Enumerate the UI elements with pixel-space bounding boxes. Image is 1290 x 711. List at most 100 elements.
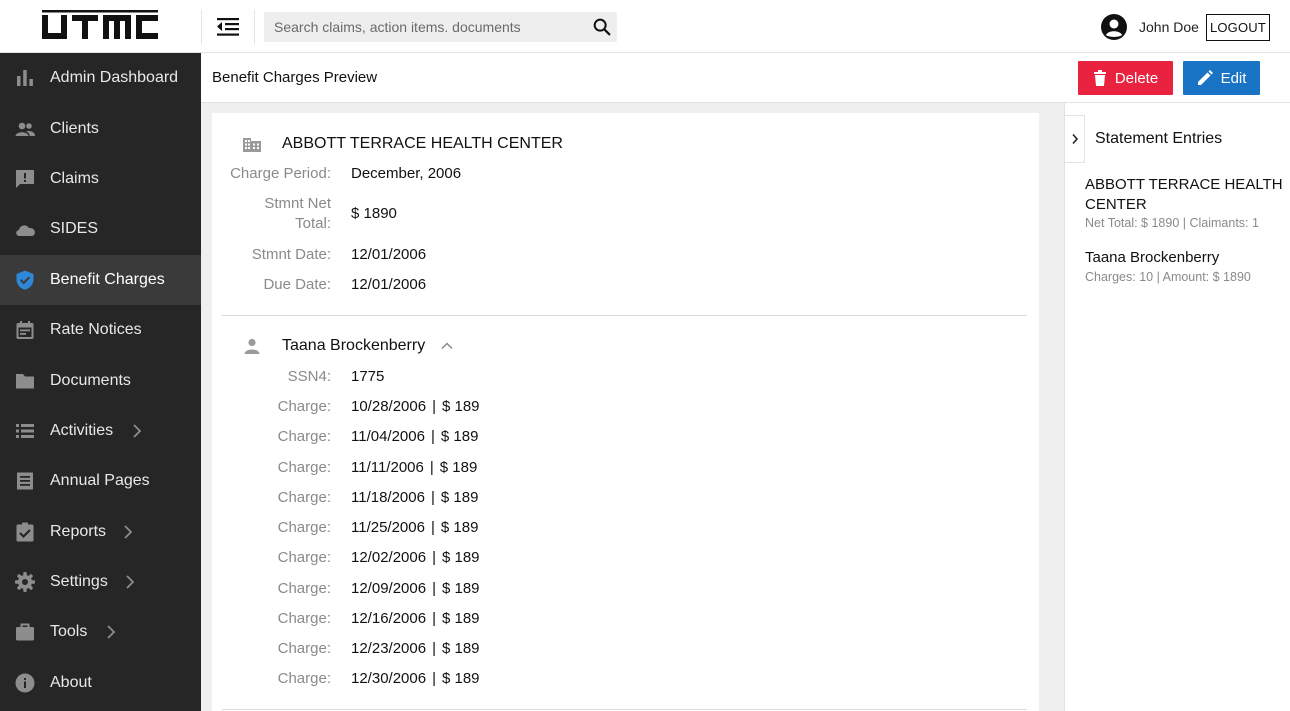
list-icon	[16, 423, 34, 438]
utmc-logo[interactable]	[42, 10, 160, 44]
entry-employer-title[interactable]: ABBOTT TERRACE HEALTH CENTER	[1085, 175, 1285, 215]
charge-value: 12/30/2006 | $ 189	[351, 669, 480, 689]
charge-amount: $ 189	[440, 428, 479, 446]
charge-value: 12/02/2006 | $ 189	[351, 548, 480, 568]
main-content: ABBOTT TERRACE HEALTH CENTER Charge Peri…	[201, 103, 1064, 711]
folder-icon	[16, 373, 34, 389]
charge-period-label: Charge Period:	[230, 165, 331, 182]
statement-entries-panel: Statement Entries ABBOTT TERRACE HEALTH …	[1064, 103, 1290, 711]
sidebar-item-label: Settings	[50, 573, 108, 591]
chevron-right-icon	[126, 575, 135, 589]
net-total-label: Stmnt Net Total:	[264, 195, 331, 232]
sidebar-item-admin-dashboard[interactable]: Admin Dashboard	[0, 53, 201, 103]
charge-separator: |	[432, 640, 436, 657]
search-box	[264, 12, 617, 42]
people-icon	[15, 122, 35, 136]
bar-chart-icon	[17, 70, 33, 87]
delete-button-label: Delete	[1114, 69, 1159, 87]
search-input[interactable]	[264, 12, 584, 42]
statement-card: ABBOTT TERRACE HEALTH CENTER Charge Peri…	[212, 113, 1039, 711]
charge-value: 12/09/2006 | $ 189	[351, 579, 480, 599]
statement-date-value: 12/01/2006	[351, 246, 427, 263]
sidebar-item-claims[interactable]: Claims	[0, 154, 201, 204]
chevron-right-icon	[1071, 133, 1078, 145]
sidebar-item-clients[interactable]: Clients	[0, 103, 201, 153]
charge-date: 11/04/2006	[351, 428, 425, 446]
charge-date: 12/02/2006	[351, 549, 427, 567]
charge-label: Charge:	[277, 549, 331, 567]
page-title: Benefit Charges Preview	[212, 69, 378, 86]
sidebar-item-sides[interactable]: SIDES	[0, 204, 201, 254]
chevron-up-icon[interactable]	[440, 339, 454, 353]
sidebar-item-label: Activities	[50, 421, 114, 439]
building-icon	[243, 138, 261, 152]
sidebar-item-label: Annual Pages	[50, 472, 150, 490]
charge-amount: $ 189	[440, 488, 479, 506]
sidebar-item-annual-pages[interactable]: Annual Pages	[0, 456, 201, 506]
sidebar-item-about[interactable]: About	[0, 658, 201, 708]
charge-label: Charge:	[277, 579, 331, 597]
charge-value: 11/11/2006 | $ 189	[351, 458, 477, 478]
charge-separator: |	[432, 579, 436, 597]
charge-label: Charge:	[277, 519, 331, 536]
sidebar-item-rate-notices[interactable]: Rate Notices	[0, 305, 201, 355]
charge-value: 12/16/2006 | $ 189	[351, 609, 480, 629]
entry-claimant-title[interactable]: Taana Brockenberry	[1085, 248, 1285, 268]
logout-button[interactable]: LOGOUT	[1206, 14, 1270, 41]
charge-separator: |	[429, 458, 434, 476]
menu-collapse-button[interactable]	[201, 10, 255, 44]
ssn-label: SSN4:	[287, 368, 331, 385]
panel-toggle-button[interactable]	[1065, 115, 1085, 163]
person-icon	[244, 338, 260, 354]
charge-separator: |	[432, 670, 436, 688]
sidebar-item-benefit-charges[interactable]: Benefit Charges	[0, 254, 201, 305]
sidebar-item-label: Clients	[50, 119, 99, 137]
page-header: Benefit Charges Preview Delete Edit	[201, 53, 1290, 103]
account-circle-icon	[1101, 14, 1127, 40]
charge-separator: |	[432, 398, 436, 415]
charge-label: Charge:	[277, 488, 331, 506]
sidebar-item-reports[interactable]: Reports	[0, 507, 201, 557]
charge-label: Charge:	[277, 428, 331, 446]
panel-title: Statement Entries	[1095, 130, 1223, 147]
charge-date: 12/23/2006	[351, 640, 427, 657]
pencil-icon	[1197, 70, 1213, 85]
trash-icon	[1093, 70, 1106, 86]
charge-amount: $ 189	[441, 398, 480, 415]
claimant-name: Taana Brockenberry	[282, 337, 426, 354]
sidebar-item-documents[interactable]: Documents	[0, 355, 201, 405]
feedback-icon	[16, 169, 34, 188]
ssn-value: 1775	[351, 368, 385, 385]
charge-value: 10/28/2006 | $ 189	[351, 397, 480, 417]
charge-label: Charge:	[277, 458, 331, 476]
charge-value: 12/23/2006 | $ 189	[351, 639, 480, 659]
charge-amount: $ 189	[441, 579, 480, 597]
due-date-value: 12/01/2006	[351, 276, 427, 293]
charge-date: 12/09/2006	[351, 579, 427, 597]
shield-check-icon	[16, 270, 34, 290]
net-total-value: $ 1890	[351, 205, 397, 222]
sidebar-item-label: Claims	[50, 169, 99, 187]
chevron-right-icon	[107, 625, 116, 640]
section-divider	[222, 709, 1027, 710]
sidebar-item-settings[interactable]: Settings	[0, 557, 201, 607]
info-icon	[15, 673, 35, 693]
charge-date: 11/11/2006	[351, 458, 424, 476]
sidebar-item-label: Documents	[50, 371, 131, 389]
statement-date-label: Stmnt Date:	[251, 246, 331, 263]
assignment-check-icon	[16, 522, 34, 542]
edit-button[interactable]: Edit	[1183, 61, 1260, 95]
charge-separator: |	[430, 428, 435, 446]
sidebar-item-activities[interactable]: Activities	[0, 406, 201, 456]
charge-date: 12/30/2006	[351, 670, 427, 688]
charge-amount: $ 189	[440, 519, 479, 536]
user-menu[interactable]: John Doe	[1100, 13, 1199, 41]
sidebar-item-label: Rate Notices	[50, 321, 142, 339]
sidebar: Admin Dashboard Clients Claims SIDES Ben…	[0, 53, 201, 711]
sidebar-item-tools[interactable]: Tools	[0, 607, 201, 657]
charge-date: 11/18/2006	[351, 488, 425, 506]
search-icon[interactable]	[591, 16, 613, 38]
charge-value: 11/25/2006 | $ 189	[351, 518, 478, 538]
delete-button[interactable]: Delete	[1078, 61, 1173, 95]
gear-icon	[15, 572, 35, 593]
